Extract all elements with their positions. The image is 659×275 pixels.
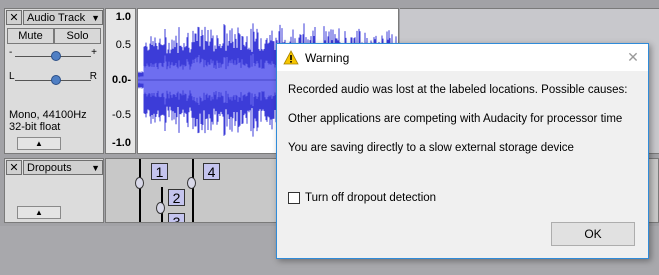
dropout-label-3[interactable]: 3 <box>168 213 185 222</box>
turn-off-dropout-checkbox[interactable] <box>288 192 300 204</box>
audio-track-header: ✕ Audio Track ▼ <box>5 9 103 26</box>
audio-track-close-button[interactable]: ✕ <box>6 10 22 25</box>
chevron-up-icon: ▲ <box>35 139 43 148</box>
dialog-title: Warning <box>305 50 350 65</box>
audio-track-name: Audio Track <box>27 11 86 24</box>
audio-format-label: Mono, 44100Hz <box>9 109 87 121</box>
dropout-marker-handle[interactable] <box>187 177 196 189</box>
close-icon: ✕ <box>627 49 639 65</box>
dropouts-track-name-menu[interactable]: Dropouts ▼ <box>23 160 103 175</box>
solo-button[interactable]: Solo <box>54 28 101 44</box>
close-icon: ✕ <box>9 162 19 174</box>
dialog-close-button[interactable]: ✕ <box>618 49 648 66</box>
dropout-marker-line <box>139 159 141 222</box>
checkbox-label[interactable]: Turn off dropout detection <box>305 192 436 204</box>
mute-solo-row: Mute Solo <box>7 28 101 44</box>
warning-icon <box>283 50 299 65</box>
gain-minus-label: - <box>9 47 13 58</box>
dropouts-track-control-panel: ✕ Dropouts ▼ ▲ <box>4 158 104 223</box>
gain-plus-label: + <box>91 47 97 58</box>
mute-button[interactable]: Mute <box>7 28 54 44</box>
audio-track-collapse-button[interactable]: ▲ <box>17 137 61 150</box>
warning-dialog: Warning ✕ Recorded audio was lost at the… <box>276 43 649 259</box>
vertical-ruler: 1.0 0.5 0.0- -0.5 -1.0 <box>105 8 136 154</box>
dropouts-track-collapse-button[interactable]: ▲ <box>17 206 61 219</box>
pan-slider-thumb[interactable] <box>51 75 61 85</box>
ruler-tick: 0.5 <box>115 39 131 51</box>
dropout-label-4[interactable]: 4 <box>203 163 220 180</box>
dialog-message-line: Other applications are competing with Au… <box>288 113 623 125</box>
gain-slider-thumb[interactable] <box>51 51 61 61</box>
dropouts-track-name: Dropouts <box>27 161 72 174</box>
ok-button[interactable]: OK <box>551 222 635 246</box>
dropout-marker-line <box>192 159 194 222</box>
ruler-tick: -0.5 <box>112 109 131 121</box>
chevron-down-icon: ▼ <box>91 12 100 23</box>
pan-slider[interactable]: L R <box>9 71 97 87</box>
ruler-tick: 0.0- <box>112 74 131 86</box>
audio-bitdepth-label: 32-bit float <box>9 121 61 133</box>
dialog-message-line: Recorded audio was lost at the labeled l… <box>288 84 628 96</box>
dropout-label-2[interactable]: 2 <box>168 189 185 206</box>
gain-slider[interactable]: - + <box>9 47 97 63</box>
dropouts-track-header: ✕ Dropouts ▼ <box>5 159 103 176</box>
pan-left-label: L <box>9 71 15 82</box>
ruler-tick: 1.0 <box>115 11 131 23</box>
dropout-label-1[interactable]: 1 <box>151 163 168 180</box>
dialog-message-line: You are saving directly to a slow extern… <box>288 142 574 154</box>
close-icon: ✕ <box>9 12 19 24</box>
dialog-titlebar[interactable]: Warning ✕ <box>277 44 648 71</box>
dropout-marker-handle[interactable] <box>135 177 144 189</box>
ruler-tick: -1.0 <box>112 137 131 149</box>
dropouts-track-close-button[interactable]: ✕ <box>6 160 22 175</box>
chevron-down-icon: ▼ <box>91 162 100 173</box>
dropout-detection-option: Turn off dropout detection <box>288 192 436 204</box>
audio-track-info: Mono, 44100Hz 32-bit float <box>9 109 87 133</box>
audio-track-name-menu[interactable]: Audio Track ▼ <box>23 10 103 25</box>
dropout-marker-handle[interactable] <box>156 202 165 214</box>
audio-track-control-panel: ✕ Audio Track ▼ Mute Solo - + L R Mono, … <box>4 8 104 154</box>
chevron-up-icon: ▲ <box>35 208 43 217</box>
